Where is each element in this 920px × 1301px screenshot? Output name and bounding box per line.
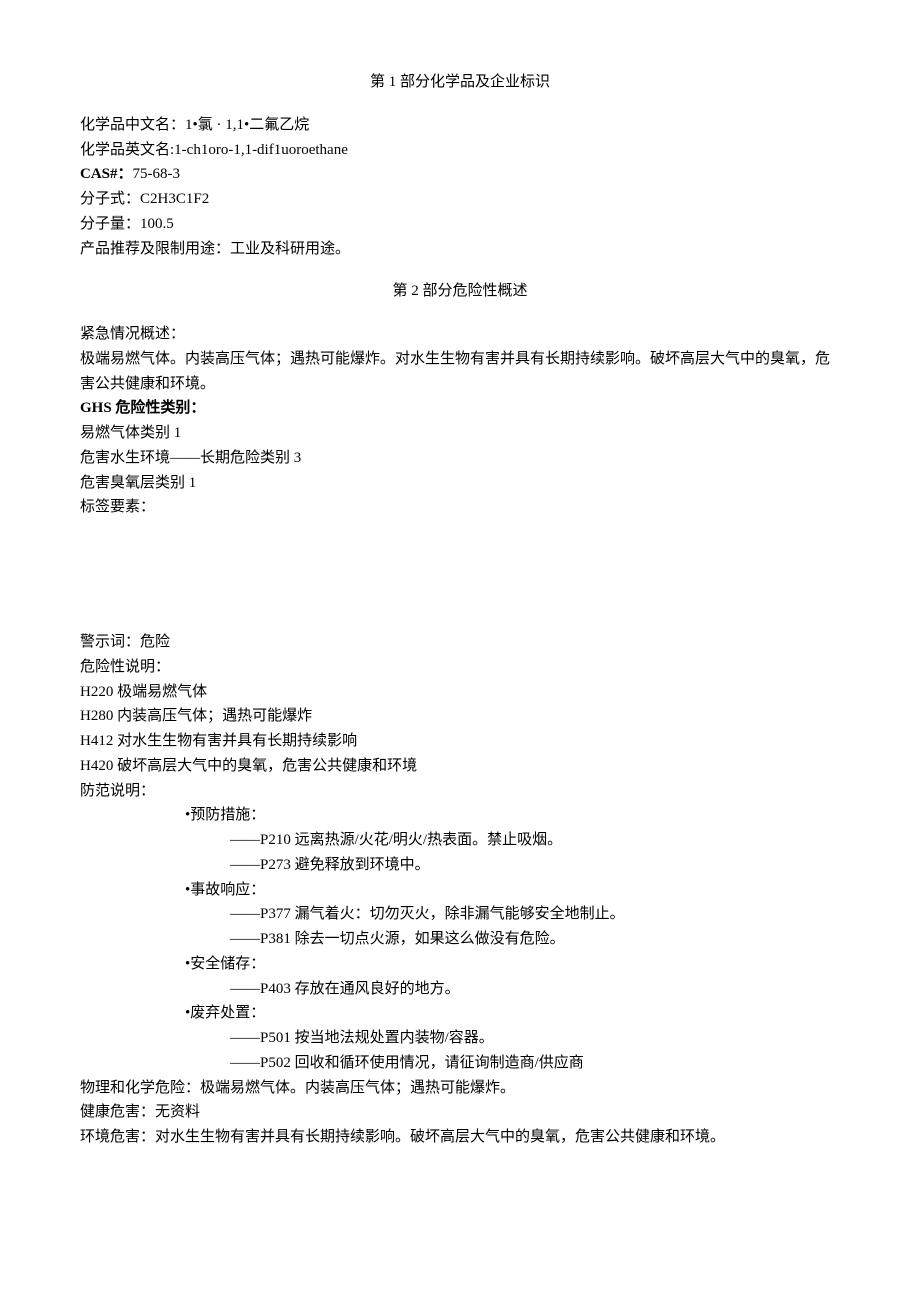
- name-en-value: 1-ch1oro-1,1-dif1uoroethane: [174, 142, 348, 158]
- formula-value: C2H3C1F2: [140, 191, 209, 207]
- section2-body: 紧急情况概述： 极端易燃气体。内装高压气体；遇热可能爆炸。对水生生物有害并具有长…: [80, 322, 840, 1150]
- signal-word: 警示词：危险: [80, 630, 840, 655]
- p381: ——P381 除去一切点火源，如果这么做没有危险。: [230, 927, 840, 952]
- emergency-label: 紧急情况概述：: [80, 322, 840, 347]
- emergency-text: 极端易燃气体。内装高压气体；遇热可能爆炸。对水生生物有害并具有长期持续影响。破坏…: [80, 347, 840, 397]
- cas-value: 75-68-3: [133, 166, 181, 182]
- h220: H220 极端易燃气体: [80, 680, 840, 705]
- name-en-line: 化学品英文名:1-ch1oro-1,1-dif1uoroethane: [80, 138, 840, 163]
- phys-chem-hazard: 物理和化学危险：极端易燃气体。内装高压气体；遇热可能爆炸。: [80, 1076, 840, 1101]
- name-cn-value: 1•氯 · 1,1•二氟乙烷: [185, 117, 309, 133]
- health-hazard: 健康危害：无资料: [80, 1100, 840, 1125]
- pictogram-gap: [80, 520, 840, 630]
- response-label: •事故响应：: [185, 878, 840, 903]
- p273: ——P273 避免释放到环境中。: [230, 853, 840, 878]
- p501: ——P501 按当地法规处置内装物/容器。: [230, 1026, 840, 1051]
- mw-value: 100.5: [140, 216, 174, 232]
- mw-line: 分子量：100.5: [80, 212, 840, 237]
- section1-body: 化学品中文名：1•氯 · 1,1•二氟乙烷 化学品英文名:1-ch1oro-1,…: [80, 113, 840, 262]
- precaution-label: 防范说明：: [80, 779, 840, 804]
- use-line: 产品推荐及限制用途：工业及科研用途。: [80, 237, 840, 262]
- name-en-label: 化学品英文名:: [80, 142, 174, 158]
- h412: H412 对水生生物有害并具有长期持续影响: [80, 729, 840, 754]
- ghs-label: GHS 危险性类别：: [80, 396, 840, 421]
- h420: H420 破坏高层大气中的臭氧，危害公共健康和环境: [80, 754, 840, 779]
- use-label: 产品推荐及限制用途：: [80, 241, 230, 257]
- p502: ——P502 回收和循环使用情况，请征询制造商/供应商: [230, 1051, 840, 1076]
- h280: H280 内装高压气体；遇热可能爆炸: [80, 704, 840, 729]
- p210: ——P210 远离热源/火花/明火/热表面。禁止吸烟。: [230, 828, 840, 853]
- storage-label: •安全储存：: [185, 952, 840, 977]
- mw-label: 分子量：: [80, 216, 140, 232]
- section1-title: 第 1 部分化学品及企业标识: [80, 70, 840, 95]
- ghs-label-bold: GHS 危险性类别：: [80, 400, 205, 416]
- cas-label: CAS#：: [80, 166, 133, 182]
- prevention-label: •预防措施：: [185, 803, 840, 828]
- formula-line: 分子式：C2H3C1F2: [80, 187, 840, 212]
- ghs-cat-1: 易燃气体类别 1: [80, 421, 840, 446]
- hazard-statement-label: 危险性说明：: [80, 655, 840, 680]
- label-elements: 标签要素：: [80, 495, 840, 520]
- formula-label: 分子式：: [80, 191, 140, 207]
- env-hazard: 环境危害：对水生生物有害并具有长期持续影响。破坏高层大气中的臭氧，危害公共健康和…: [80, 1125, 840, 1150]
- ghs-cat-2: 危害水生环境——长期危险类别 3: [80, 446, 840, 471]
- section2-title: 第 2 部分危险性概述: [80, 279, 840, 304]
- ghs-cat-3: 危害臭氧层类别 1: [80, 471, 840, 496]
- use-value: 工业及科研用途。: [230, 241, 350, 257]
- disposal-label: •废弃处置：: [185, 1001, 840, 1026]
- cas-line: CAS#：75-68-3: [80, 162, 840, 187]
- p377: ——P377 漏气着火：切勿灭火，除非漏气能够安全地制止。: [230, 902, 840, 927]
- p403: ——P403 存放在通风良好的地方。: [230, 977, 840, 1002]
- name-cn-line: 化学品中文名：1•氯 · 1,1•二氟乙烷: [80, 113, 840, 138]
- name-cn-label: 化学品中文名：: [80, 117, 185, 133]
